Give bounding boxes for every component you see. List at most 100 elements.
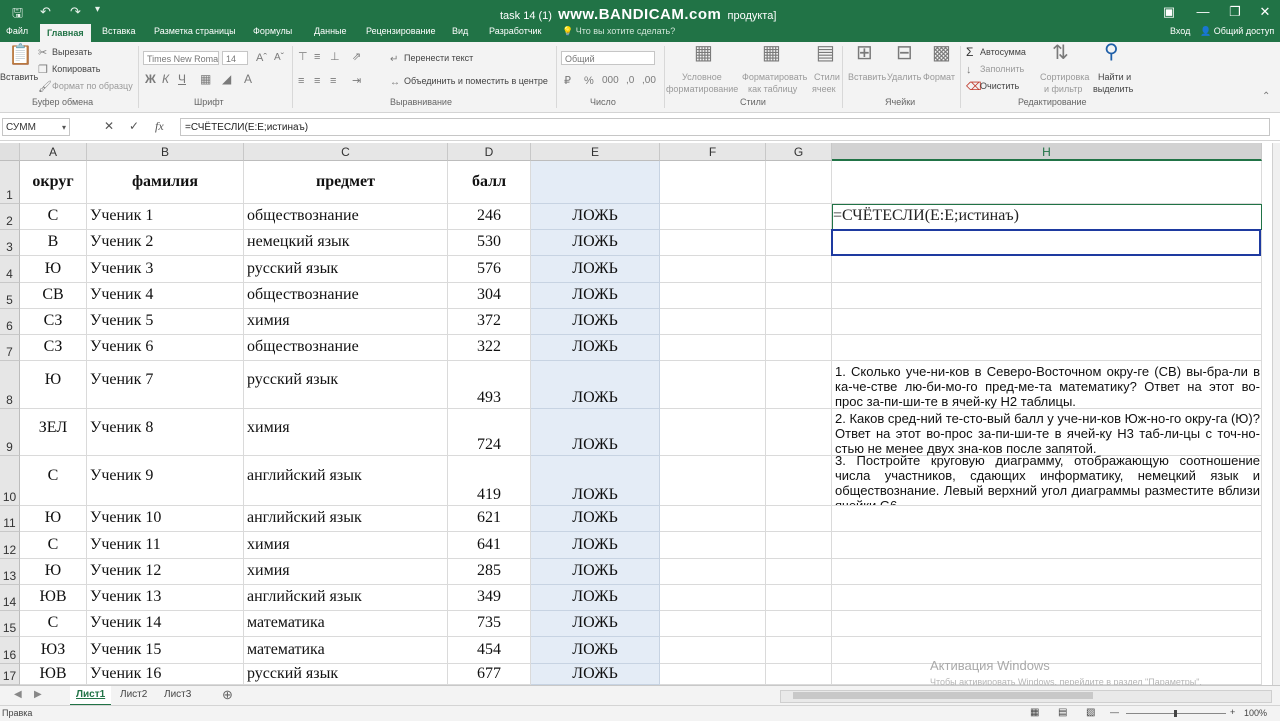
table-cell[interactable]: С [20, 611, 87, 637]
column-header-d[interactable]: D [448, 143, 531, 161]
borders-icon[interactable]: ▦ [200, 72, 211, 86]
comma-style-icon[interactable]: 000 [602, 74, 619, 88]
table-cell[interactable] [832, 335, 1262, 361]
restore-button[interactable]: ❐ [1218, 0, 1252, 24]
table-cell[interactable]: С [20, 456, 87, 506]
copy-button[interactable]: Копировать [52, 64, 100, 74]
table-cell[interactable]: Ученик 1 [87, 204, 244, 230]
tab-file[interactable]: Файл [6, 26, 28, 36]
grow-font-icon[interactable]: Aˆ [256, 51, 267, 65]
worksheet-grid[interactable]: округ фамилия предмет балл С Ученик 1 обще… [20, 161, 1272, 685]
merge-center-button[interactable]: Объединить и поместить в центре [404, 76, 548, 86]
table-cell[interactable]: ЮВ [20, 664, 87, 685]
table-cell[interactable]: Ученик 16 [87, 664, 244, 685]
table-cell[interactable]: ЛОЖЬ [531, 361, 660, 409]
table-cell[interactable]: 724 [448, 409, 531, 456]
zoom-out-button[interactable]: — [1110, 707, 1119, 717]
table-cell[interactable] [766, 309, 832, 335]
table-cell[interactable]: ЛОЖЬ [531, 559, 660, 585]
paste-icon[interactable]: 📋 [8, 45, 33, 65]
table-cell[interactable]: 419 [448, 456, 531, 506]
table-cell[interactable] [832, 161, 1262, 204]
sheet-tab-list2[interactable]: Лист2 [114, 686, 153, 704]
wrap-text-button[interactable]: Перенести текст [404, 53, 473, 63]
share-button[interactable]: 👤 Общий доступ [1200, 26, 1274, 37]
tab-developer[interactable]: Разработчик [489, 26, 541, 36]
table-cell[interactable]: С [20, 532, 87, 559]
table-cell[interactable]: Ученик 13 [87, 585, 244, 611]
table-cell[interactable] [660, 559, 766, 585]
cell-styles-button[interactable]: Стили [814, 72, 840, 82]
table-cell[interactable] [766, 161, 832, 204]
format-as-table-button-line2[interactable]: как таблицу [748, 84, 797, 94]
table-cell[interactable]: ЛОЖЬ [531, 637, 660, 664]
table-cell[interactable] [832, 256, 1262, 283]
row-header[interactable]: 9 [0, 409, 20, 456]
header-cell-score[interactable]: балл [448, 161, 531, 204]
table-cell[interactable]: 304 [448, 283, 531, 309]
table-cell[interactable]: ЗЕЛ [20, 409, 87, 456]
autosum-button[interactable]: Автосумма [980, 47, 1026, 57]
clear-button[interactable]: Очистить [980, 81, 1019, 91]
row-header[interactable]: 16 [0, 637, 20, 664]
tab-view[interactable]: Вид [452, 26, 468, 36]
table-cell[interactable]: обществознание [244, 204, 448, 230]
table-cell[interactable]: 454 [448, 637, 531, 664]
table-cell[interactable] [660, 309, 766, 335]
table-cell[interactable]: ЛОЖЬ [531, 230, 660, 256]
table-cell[interactable]: Ученик 8 [87, 409, 244, 456]
table-cell[interactable]: 285 [448, 559, 531, 585]
row-header[interactable]: 13 [0, 559, 20, 585]
task-text-1[interactable]: 1. Сколько уче-ни-ков в Северо-Восточном… [835, 364, 1260, 410]
table-cell[interactable]: СЗ [20, 335, 87, 361]
table-cell[interactable]: английский язык [244, 456, 448, 506]
row-header[interactable]: 10 [0, 456, 20, 506]
task-text-2[interactable]: 2. Каков сред-ний те-сто-вый балл у уче-… [835, 411, 1260, 457]
format-cells-button[interactable]: Формат [923, 72, 955, 82]
percent-icon[interactable]: % [584, 74, 594, 88]
sign-in-link[interactable]: Вход [1170, 26, 1190, 36]
table-cell[interactable]: 735 [448, 611, 531, 637]
table-cell[interactable] [660, 335, 766, 361]
format-painter-button[interactable]: Формат по образцу [52, 81, 133, 91]
table-cell[interactable] [766, 611, 832, 637]
table-cell[interactable]: обществознание [244, 335, 448, 361]
italic-icon[interactable]: К [162, 72, 169, 86]
h2-editing-cell[interactable]: =СЧЁТЕСЛИ(E:E;истинаъ) [832, 204, 1262, 230]
table-cell[interactable]: ЛОЖЬ [531, 409, 660, 456]
insert-function-icon[interactable]: fx [155, 119, 164, 134]
column-header-h[interactable]: H [832, 143, 1262, 161]
align-left-icon[interactable]: ≡ [298, 74, 304, 88]
table-cell[interactable] [832, 532, 1262, 559]
increase-decimal-icon[interactable]: ,0 [626, 74, 634, 88]
header-cell-district[interactable]: округ [20, 161, 87, 204]
table-cell[interactable] [660, 283, 766, 309]
table-cell[interactable]: Ученик 3 [87, 256, 244, 283]
table-cell[interactable] [660, 532, 766, 559]
table-cell[interactable]: СЗ [20, 309, 87, 335]
table-cell[interactable]: ЮВ [20, 585, 87, 611]
table-cell[interactable] [660, 611, 766, 637]
row-header[interactable]: 15 [0, 611, 20, 637]
find-select-button-line2[interactable]: выделить [1093, 84, 1133, 94]
number-format-box[interactable]: Общий [561, 51, 655, 65]
table-cell[interactable]: СВ [20, 283, 87, 309]
table-cell[interactable]: ЛОЖЬ [531, 585, 660, 611]
horizontal-scrollbar[interactable] [780, 690, 1272, 703]
table-cell[interactable]: В [20, 230, 87, 256]
table-cell[interactable]: английский язык [244, 585, 448, 611]
page-break-view-icon[interactable]: ▧ [1086, 707, 1095, 718]
format-as-table-button[interactable]: Форматировать [742, 72, 807, 82]
zoom-in-button[interactable]: + [1230, 707, 1235, 717]
table-cell[interactable]: 530 [448, 230, 531, 256]
table-cell[interactable] [766, 283, 832, 309]
table-cell[interactable]: немецкий язык [244, 230, 448, 256]
task-text-3[interactable]: 3. Постройте круговую диаграмму, отображ… [835, 453, 1260, 505]
font-color-icon[interactable]: A [244, 72, 252, 86]
table-cell[interactable] [660, 585, 766, 611]
align-top-icon[interactable]: ⊤ [298, 50, 308, 64]
name-box-dropdown-icon[interactable]: ▾ [62, 123, 66, 132]
table-cell[interactable]: Ученик 11 [87, 532, 244, 559]
table-cell[interactable] [766, 204, 832, 230]
fill-button[interactable]: Заполнить [980, 64, 1024, 74]
